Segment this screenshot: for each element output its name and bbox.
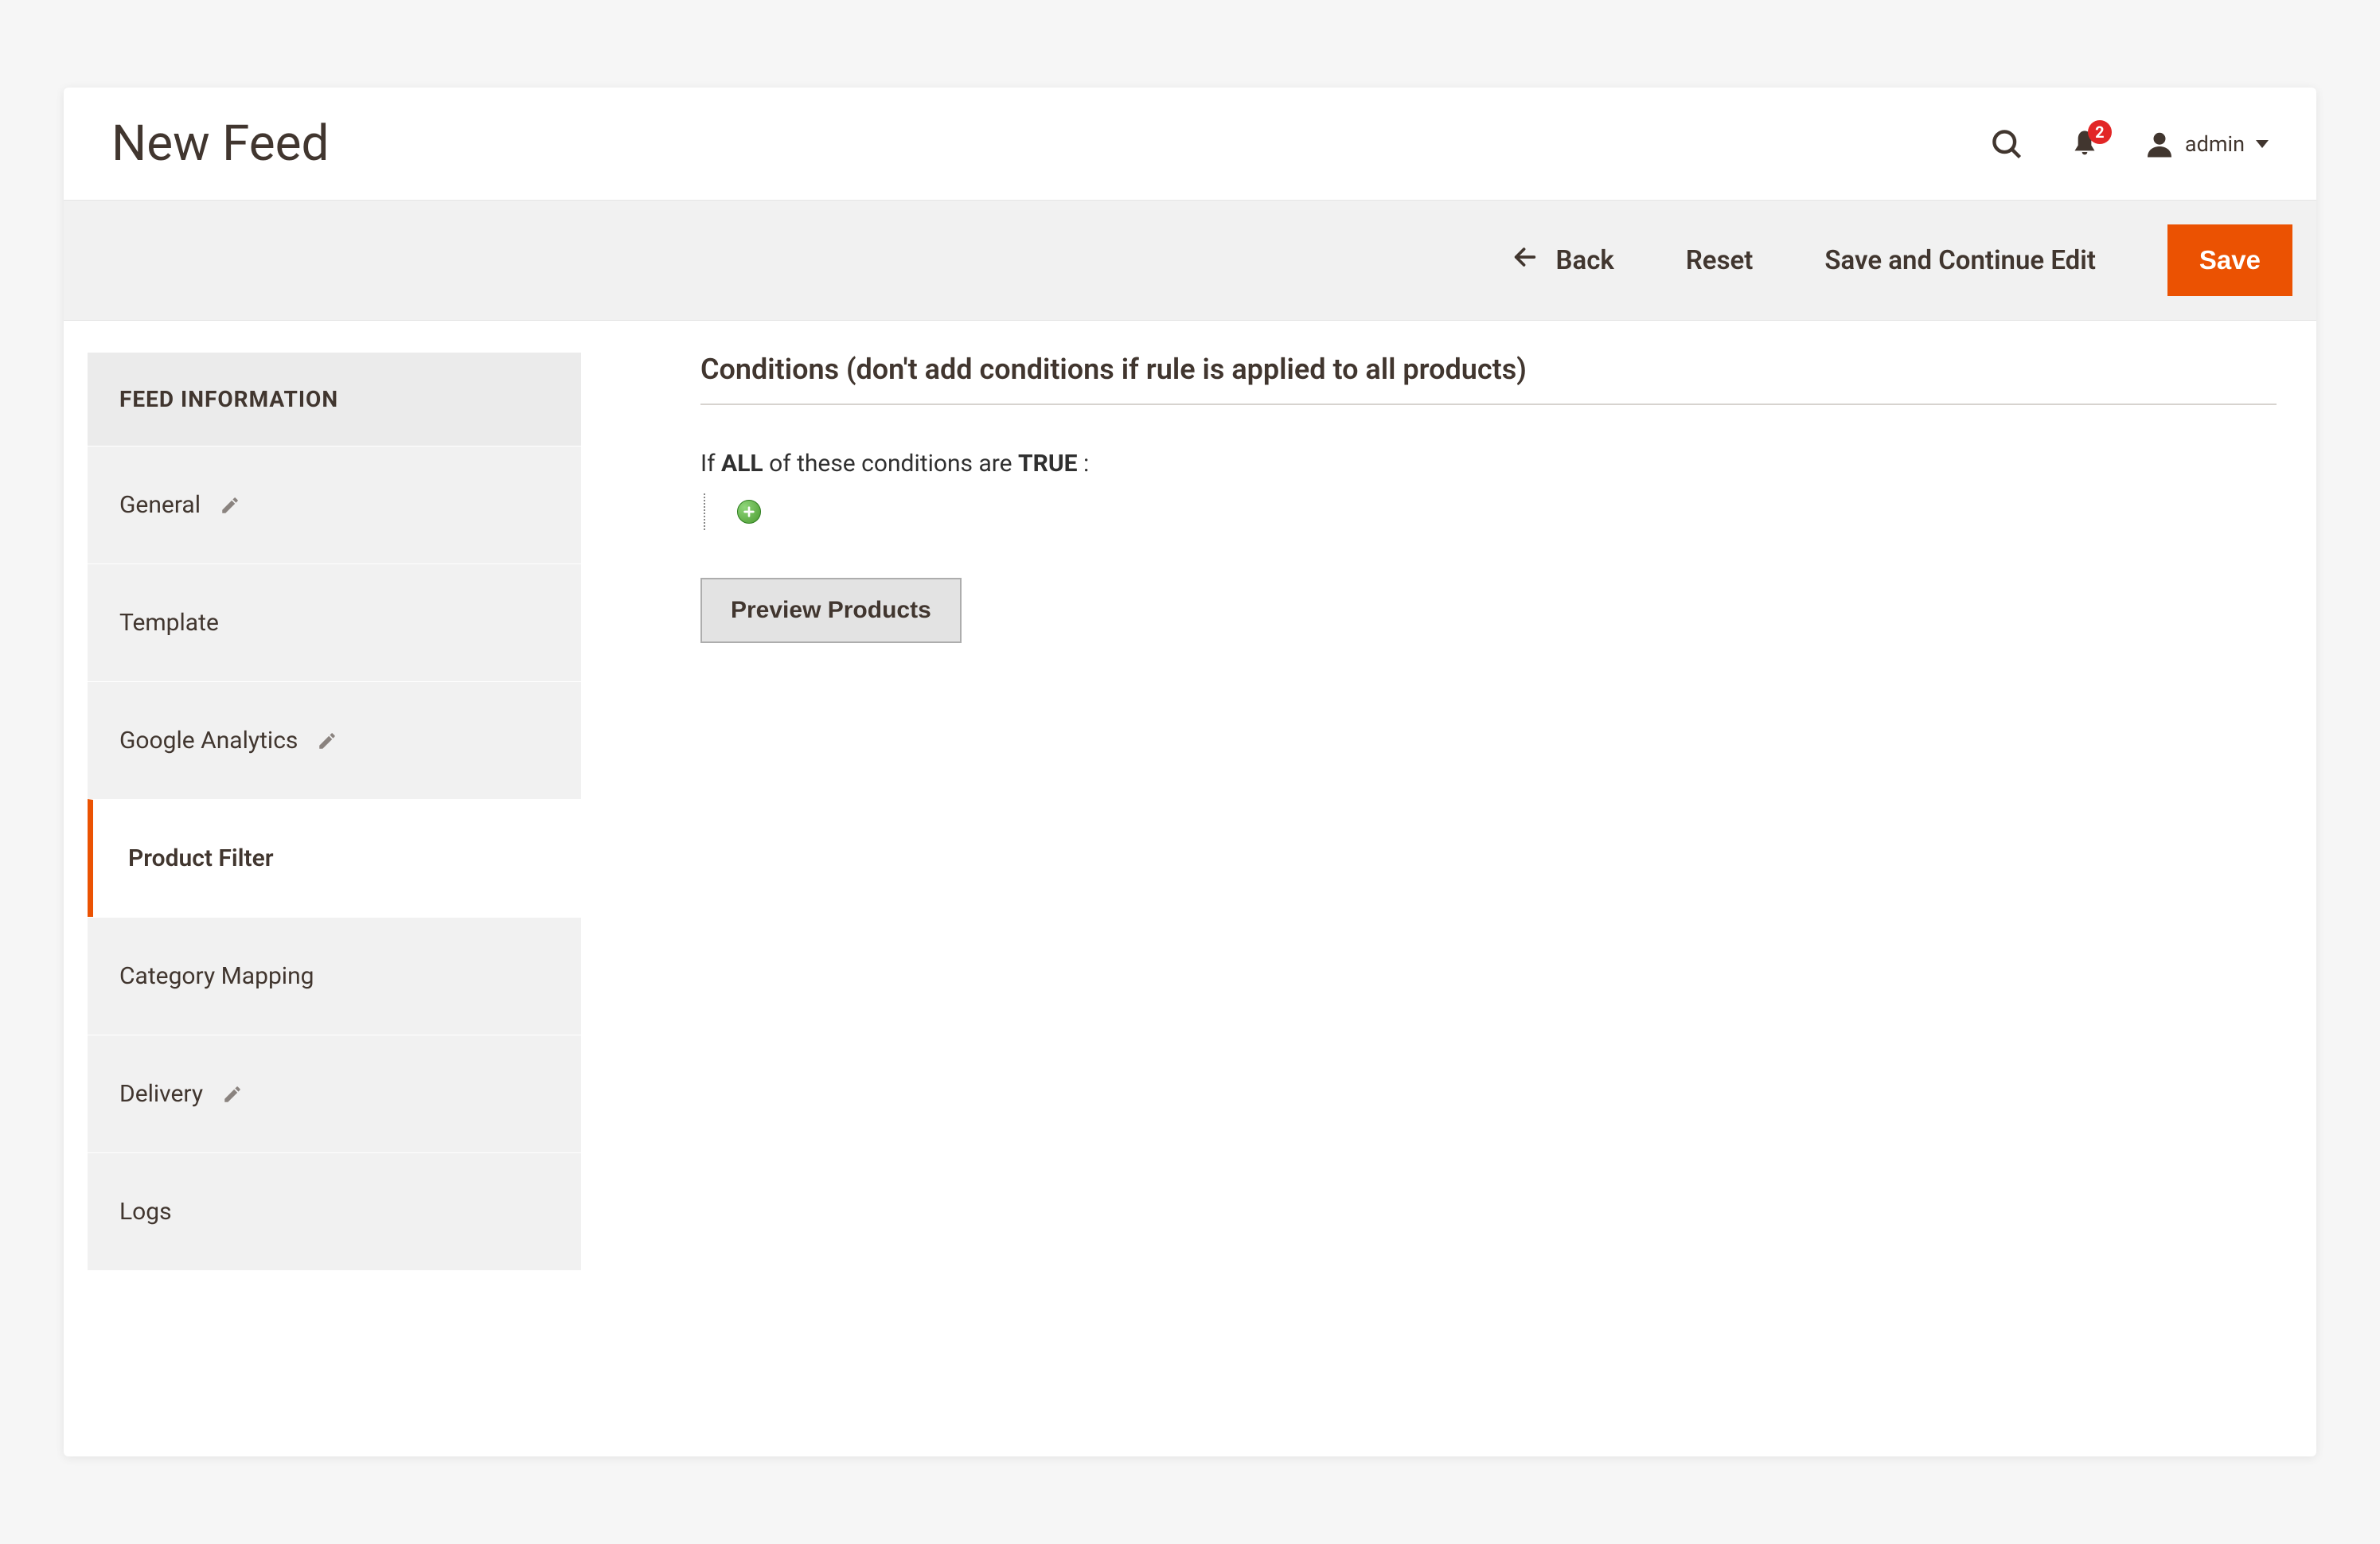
sidebar-item-google-analytics[interactable]: Google Analytics xyxy=(88,681,581,799)
reset-button[interactable]: Reset xyxy=(1686,245,1754,276)
pencil-icon xyxy=(222,1084,243,1105)
sidebar-item-general[interactable]: General xyxy=(88,446,581,563)
action-bar: Back Reset Save and Continue Edit Save xyxy=(64,200,2316,321)
sidebar-item-product-filter[interactable]: Product Filter xyxy=(88,799,581,917)
notification-badge: 2 xyxy=(2088,120,2112,144)
sidebar-item-label: General xyxy=(119,491,201,519)
search-icon[interactable] xyxy=(1989,127,2024,162)
header-actions: 2 admin xyxy=(1989,127,2269,162)
sidebar-item-label: Category Mapping xyxy=(119,962,314,990)
sidebar: FEED INFORMATION General Template Google… xyxy=(88,353,581,1456)
preview-products-button[interactable]: Preview Products xyxy=(700,578,962,643)
pencil-icon xyxy=(317,731,337,751)
sidebar-header: FEED INFORMATION xyxy=(88,353,581,446)
sidebar-item-label: Product Filter xyxy=(128,844,274,872)
page-title: New Feed xyxy=(111,115,1989,173)
notifications-icon[interactable]: 2 xyxy=(2069,128,2101,160)
sidebar-item-delivery[interactable]: Delivery xyxy=(88,1035,581,1152)
page-header: New Feed 2 xyxy=(64,88,2316,200)
save-continue-button[interactable]: Save and Continue Edit xyxy=(1824,245,2096,276)
user-label: admin xyxy=(2185,131,2245,157)
condition-text-prefix: If xyxy=(700,450,721,478)
save-button[interactable]: Save xyxy=(2167,224,2292,296)
back-button[interactable]: Back xyxy=(1512,244,1614,278)
user-menu[interactable]: admin xyxy=(2145,130,2269,158)
admin-window: New Feed 2 xyxy=(64,88,2316,1456)
arrow-left-icon xyxy=(1512,244,1539,278)
main-panel: Conditions (don't add conditions if rule… xyxy=(613,353,2292,1456)
condition-tree xyxy=(704,493,2277,530)
condition-aggregator[interactable]: ALL xyxy=(721,450,763,478)
section-title: Conditions (don't add conditions if rule… xyxy=(700,353,2277,405)
chevron-down-icon xyxy=(2256,140,2269,148)
sidebar-item-label: Delivery xyxy=(119,1080,203,1108)
condition-text-suffix: : xyxy=(1078,450,1090,478)
back-label: Back xyxy=(1556,245,1614,276)
sidebar-item-logs[interactable]: Logs xyxy=(88,1152,581,1270)
condition-value[interactable]: TRUE xyxy=(1018,450,1077,478)
add-condition-button[interactable] xyxy=(737,500,761,524)
sidebar-item-label: Google Analytics xyxy=(119,727,298,754)
pencil-icon xyxy=(220,495,240,516)
sidebar-item-label: Logs xyxy=(119,1198,172,1226)
condition-text-mid: of these conditions are xyxy=(763,450,1018,478)
content-area: FEED INFORMATION General Template Google… xyxy=(64,321,2316,1456)
condition-root-line: If ALL of these conditions are TRUE : xyxy=(700,450,2277,478)
sidebar-item-label: Template xyxy=(119,609,219,637)
sidebar-item-category-mapping[interactable]: Category Mapping xyxy=(88,917,581,1035)
sidebar-item-template[interactable]: Template xyxy=(88,563,581,681)
user-icon xyxy=(2145,130,2174,158)
